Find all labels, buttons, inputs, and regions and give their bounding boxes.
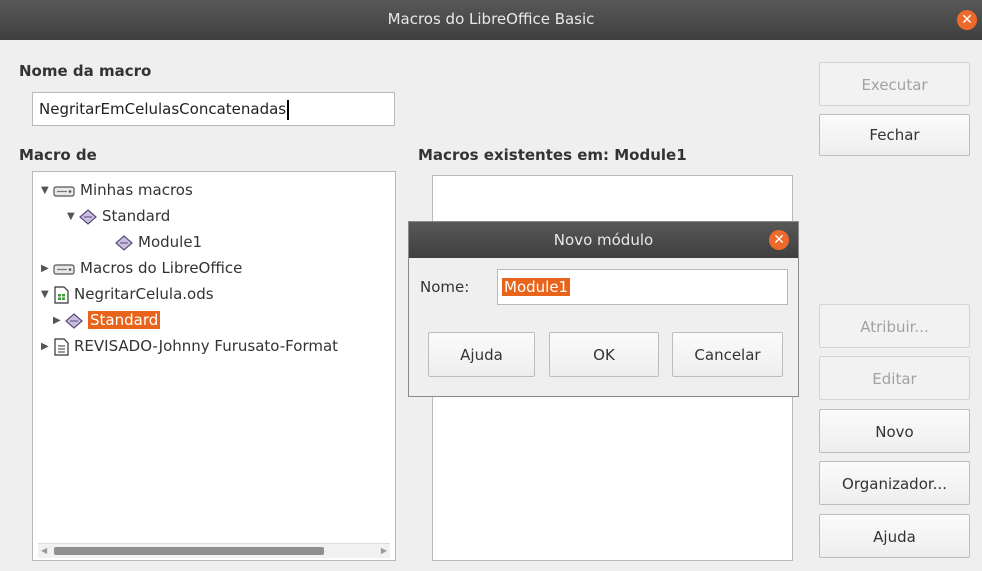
close-button[interactable]: Fechar <box>819 114 970 156</box>
tree-item-label: Macros do LibreOffice <box>80 259 243 277</box>
document-icon <box>54 337 69 356</box>
tree-item-minhas-macros[interactable]: ▼ Minhas macros <box>41 178 193 202</box>
edit-button[interactable]: Editar <box>819 356 970 400</box>
cancel-button[interactable]: Cancelar <box>672 332 783 377</box>
scrollbar-thumb[interactable] <box>54 547 324 555</box>
dialog-help-button[interactable]: Ajuda <box>428 332 535 377</box>
horizontal-scrollbar[interactable]: ◀ ▶ <box>38 543 390 558</box>
tree-item-module1[interactable]: Module1 <box>115 230 202 254</box>
new-module-dialog: Novo módulo ✕ Nome: Module1 Ajuda OK Can… <box>408 221 799 397</box>
tree-item-macros-libreoffice[interactable]: ▶ Macros do LibreOffice <box>41 256 242 280</box>
title-bar: Macros do LibreOffice Basic ✕ <box>0 0 982 40</box>
tree-item-label: NegritarCelula.ods <box>74 285 214 303</box>
run-button[interactable]: Executar <box>819 62 970 106</box>
tree-item-label: Module1 <box>138 233 203 251</box>
existing-macros-label: Macros existentes em: Module1 <box>418 146 687 164</box>
library-icon <box>65 312 83 329</box>
organizer-button[interactable]: Organizador... <box>819 461 970 505</box>
new-button[interactable]: Novo <box>819 409 970 453</box>
tree-item-revisado[interactable]: ▶ REVISADO-Johnny Furusato-Format <box>41 334 393 358</box>
new-module-title: Novo módulo <box>553 231 654 249</box>
module-icon <box>115 234 133 251</box>
spreadsheet-icon <box>54 285 69 304</box>
collapsed-arrow-icon[interactable]: ▶ <box>41 335 53 359</box>
macro-name-input[interactable]: NegritarEmCelulasConcatenadas <box>32 92 395 126</box>
collapsed-arrow-icon[interactable]: ▶ <box>53 309 65 333</box>
tree-item-label: Standard <box>102 207 171 225</box>
tree-item-standard-selected[interactable]: ▶ Standard <box>53 308 161 333</box>
tree-item-standard[interactable]: ▼ Standard <box>67 204 170 228</box>
drive-icon <box>53 185 75 197</box>
macro-name-label: Nome da macro <box>19 62 152 80</box>
close-icon[interactable]: ✕ <box>769 230 789 250</box>
library-icon <box>79 208 97 225</box>
scroll-right-icon[interactable]: ▶ <box>381 544 387 558</box>
collapsed-arrow-icon[interactable]: ▶ <box>41 257 53 281</box>
macro-from-label: Macro de <box>19 146 97 164</box>
expanded-arrow-icon[interactable]: ▼ <box>41 283 53 307</box>
tree-item-label: Minhas macros <box>80 181 193 199</box>
tree-item-label: Standard <box>88 311 161 329</box>
module-name-value: Module1 <box>502 278 571 296</box>
close-icon[interactable]: ✕ <box>957 10 977 30</box>
tree-item-negritarcelula[interactable]: ▼ NegritarCelula.ods <box>41 282 214 306</box>
module-name-label: Nome: <box>420 278 470 296</box>
scroll-left-icon[interactable]: ◀ <box>41 544 47 558</box>
expanded-arrow-icon[interactable]: ▼ <box>41 179 53 203</box>
macro-library-tree[interactable] <box>32 171 396 561</box>
module-name-input[interactable]: Module1 <box>497 269 788 305</box>
help-button[interactable]: Ajuda <box>819 514 970 558</box>
tree-item-label: REVISADO-Johnny Furusato-Format <box>74 337 339 355</box>
new-module-title-bar: Novo módulo ✕ <box>409 222 798 258</box>
drive-icon <box>53 263 75 275</box>
expanded-arrow-icon[interactable]: ▼ <box>67 205 79 229</box>
ok-button[interactable]: OK <box>549 332 659 377</box>
macro-name-value: NegritarEmCelulasConcatenadas <box>39 100 287 118</box>
text-caret <box>287 99 290 120</box>
window-title: Macros do LibreOffice Basic <box>387 10 595 28</box>
assign-button[interactable]: Atribuir... <box>819 304 970 348</box>
